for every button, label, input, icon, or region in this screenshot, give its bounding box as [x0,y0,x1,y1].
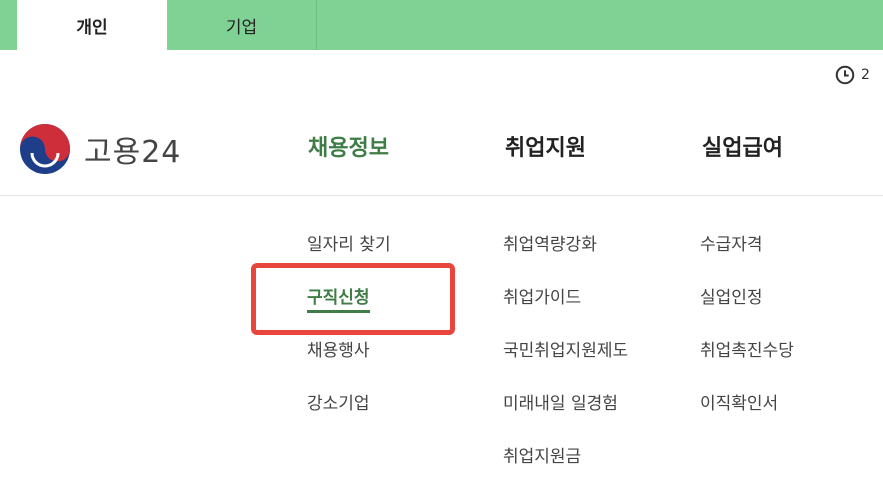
submenu-separation-confirmation[interactable]: 이직확인서 [700,389,778,414]
submenu-national-employment-support[interactable]: 국민취업지원제도 [503,336,628,361]
submenu-job-search[interactable]: 일자리 찾기 [307,230,391,255]
submenu-employability[interactable]: 취업역량강화 [503,230,597,255]
timer-text: 2 [861,67,870,83]
submenu-unemployment-recognition[interactable]: 실업인정 [700,283,763,308]
submenu-strong-small-companies[interactable]: 강소기업 [307,389,370,414]
tab-company[interactable]: 기업 [167,0,317,50]
gnb-unemployment-benefit[interactable]: 실업급여 [702,130,783,162]
tab-personal[interactable]: 개인 [17,0,167,50]
submenu-eligibility[interactable]: 수급자격 [700,230,763,255]
gnb-recruit[interactable]: 채용정보 [308,130,389,162]
logo-text: 고용24 [84,135,182,170]
top-tab-bar: 개인 기업 [0,0,883,50]
clock-icon [835,65,855,85]
submenu-future-work-experience[interactable]: 미래내일 일경험 [503,389,618,414]
taegeuk-logo-icon [20,124,70,174]
gnb-employment-support[interactable]: 취업지원 [505,130,586,162]
site-logo[interactable]: 고용24 [18,122,181,176]
submenu-recruit-events[interactable]: 채용행사 [307,336,370,361]
submenu-employment-subsidy[interactable]: 취업지원금 [503,442,581,467]
session-timer[interactable]: 2 [834,64,870,86]
header-divider [0,195,883,196]
submenu-employment-guide[interactable]: 취업가이드 [503,283,581,308]
submenu-reemployment-allowance[interactable]: 취업촉진수당 [700,336,794,361]
highlight-box [251,263,455,335]
